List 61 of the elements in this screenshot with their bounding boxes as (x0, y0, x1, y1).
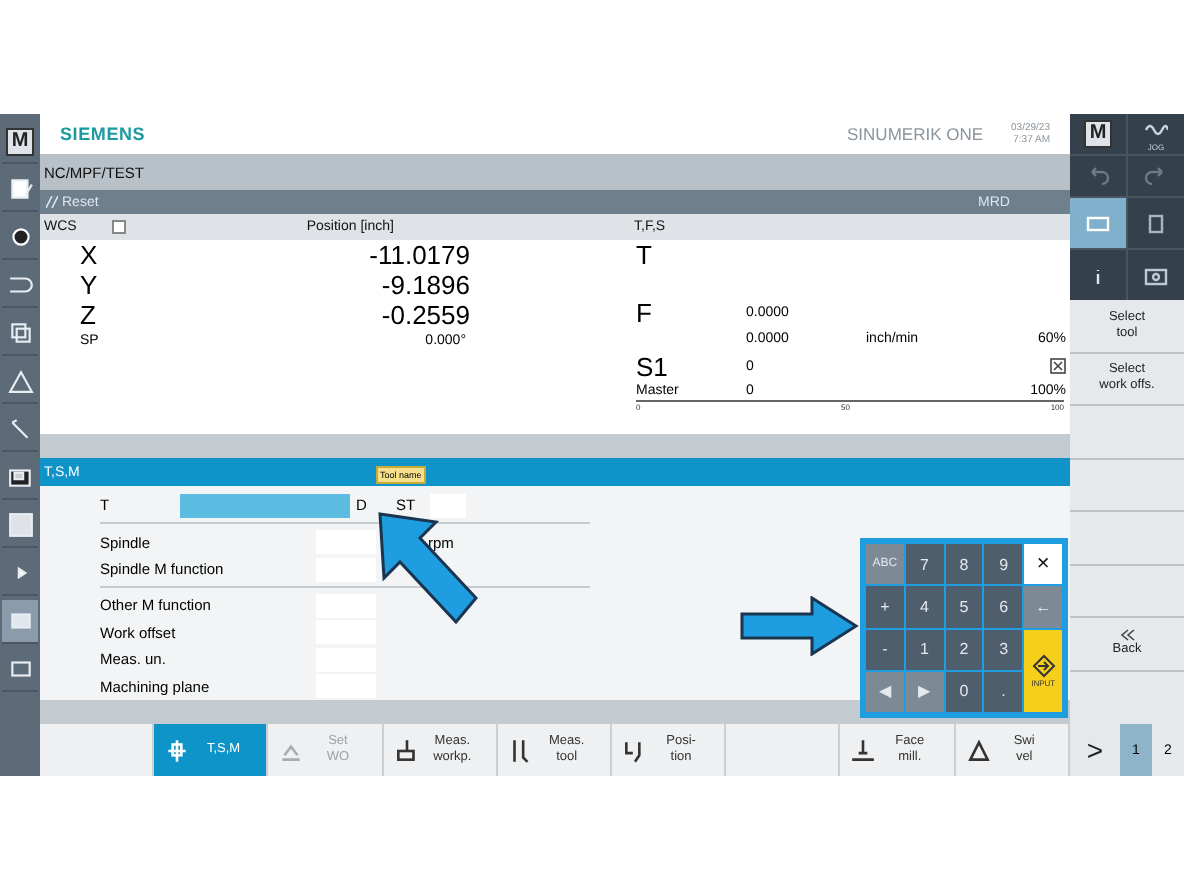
axis-name: Z (80, 300, 98, 330)
next-button[interactable]: > (1070, 734, 1120, 766)
copy-icon[interactable] (7, 320, 33, 346)
keypad-key[interactable]: 1 (905, 629, 944, 670)
callout-arrow (376, 510, 480, 630)
spindle-stop-icon (1050, 357, 1066, 373)
tool-probe-icon (507, 737, 534, 763)
workpiece-probe-icon (393, 737, 420, 763)
input-field[interactable] (316, 674, 376, 699)
redo-icon[interactable] (1144, 164, 1168, 188)
undo-icon[interactable] (1086, 164, 1110, 188)
keypad-key[interactable]: 5 (945, 586, 983, 627)
keypad-key[interactable]: ← (1024, 586, 1062, 627)
camera-icon[interactable] (1144, 263, 1168, 287)
function-key[interactable]: M (1070, 114, 1126, 154)
reset-icon (46, 196, 58, 208)
machine-mode-key[interactable]: M (5, 127, 35, 155)
keypad-key[interactable]: - (866, 629, 904, 670)
keypad-key[interactable]: 6 (984, 586, 1023, 627)
product-name: SINUMERIK ONE (847, 124, 984, 144)
input-field[interactable] (316, 530, 376, 555)
tool-name-field[interactable] (180, 493, 350, 518)
swivel-icon (965, 737, 991, 763)
feed-letter: F (636, 298, 654, 328)
axis-position: -11.0179 (369, 240, 470, 270)
brand-logo-text: SIEMENS (60, 124, 146, 144)
machine-icon[interactable] (7, 464, 33, 490)
panel-icon[interactable] (7, 656, 33, 682)
machine-mode-key[interactable]: M (1083, 120, 1113, 148)
function-key[interactable] (1128, 250, 1184, 300)
st-field[interactable] (430, 493, 466, 518)
keyboard-icon[interactable] (1086, 211, 1110, 235)
keypad-key[interactable]: 9 (984, 544, 1023, 585)
axis-name: Y (80, 270, 100, 300)
keypad-key[interactable]: 4 (905, 586, 944, 627)
triangle-icon[interactable] (7, 368, 33, 394)
keypad-key[interactable]: 3 (984, 629, 1023, 670)
tool-letter: T (636, 240, 654, 270)
bracket-icon[interactable] (7, 272, 33, 298)
keypad-key[interactable]: 2 (945, 629, 983, 670)
keypad-key[interactable]: 0 (945, 671, 983, 712)
calculator-icon[interactable] (1144, 211, 1168, 235)
checkbox[interactable] (112, 220, 127, 234)
keypad-key[interactable]: + (866, 586, 904, 627)
spindle-name: S1 (636, 352, 670, 382)
double-chevron-icon (1119, 628, 1135, 643)
keypad-key[interactable]: 7 (905, 544, 944, 585)
face-mill-icon (850, 737, 877, 763)
keypad-key[interactable]: . (984, 671, 1023, 712)
axis-name: X (80, 240, 100, 270)
keypad-key[interactable]: × (1024, 544, 1062, 585)
file-edit-icon[interactable] (7, 176, 33, 202)
axis-position: -0.2559 (381, 300, 470, 330)
axis-position: -9.1896 (381, 270, 470, 300)
enter-icon (1031, 653, 1056, 678)
function-key[interactable] (1128, 198, 1184, 248)
panel-icon[interactable] (7, 608, 33, 634)
wrench-icon[interactable] (7, 416, 33, 442)
spindle-tool-icon (164, 737, 191, 763)
keypad-key[interactable]: 8 (945, 544, 983, 585)
target-icon[interactable] (7, 224, 33, 250)
